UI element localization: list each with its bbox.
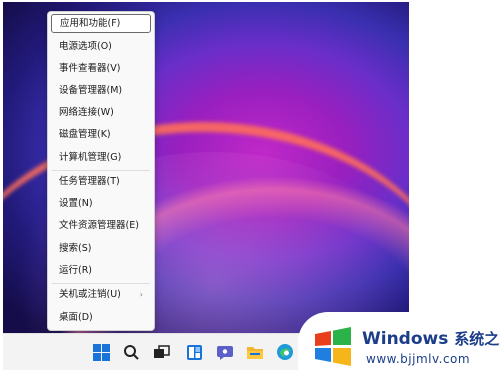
menu-item-search[interactable]: 搜索(S) [51,239,151,258]
menu-item-device-manager[interactable]: 设备管理器(M) [51,81,151,100]
edge-icon[interactable] [275,342,295,362]
task-view-icon[interactable] [151,342,171,362]
widgets-icon[interactable] [184,342,204,362]
menu-item-event-viewer[interactable]: 事件查看器(V) [51,59,151,78]
watermark-title-en: Windows [362,329,449,349]
site-watermark: Windows 系统之家 www.bjjmlv.com [298,312,500,373]
chevron-right-icon: › [139,290,143,299]
menu-item-settings[interactable]: 设置(N) [51,194,151,213]
search-icon[interactable] [121,342,141,362]
menu-item-run[interactable]: 运行(R) [51,261,151,280]
windows-start-icon[interactable] [91,342,111,362]
file-explorer-icon[interactable] [245,342,265,362]
watermark-title: Windows 系统之家 [362,328,500,349]
windows-logo-icon [313,326,353,366]
menu-separator [52,283,150,284]
menu-item-file-explorer[interactable]: 文件资源管理器(E) [51,216,151,235]
menu-item-shutdown-signout[interactable]: 关机或注销(U) › [51,285,151,304]
menu-item-apps-features[interactable]: 应用和功能(F) [51,14,151,33]
menu-item-disk-management[interactable]: 磁盘管理(K) [51,125,151,144]
menu-item-computer-management[interactable]: 计算机管理(G) [51,148,151,167]
menu-item-label: 关机或注销(U) [59,289,121,300]
menu-item-network-connections[interactable]: 网络连接(W) [51,103,151,122]
menu-separator [52,170,150,171]
menu-item-power-options[interactable]: 电源选项(O) [51,37,151,56]
menu-item-desktop[interactable]: 桌面(D) [51,308,151,327]
winx-context-menu: 应用和功能(F) 电源选项(O) 事件查看器(V) 设备管理器(M) 网络连接(… [47,11,155,331]
watermark-url: www.bjjmlv.com [366,352,471,366]
chat-icon[interactable] [215,342,235,362]
watermark-title-cn: 系统之家 [454,330,500,348]
menu-item-task-manager[interactable]: 任务管理器(T) [51,172,151,191]
